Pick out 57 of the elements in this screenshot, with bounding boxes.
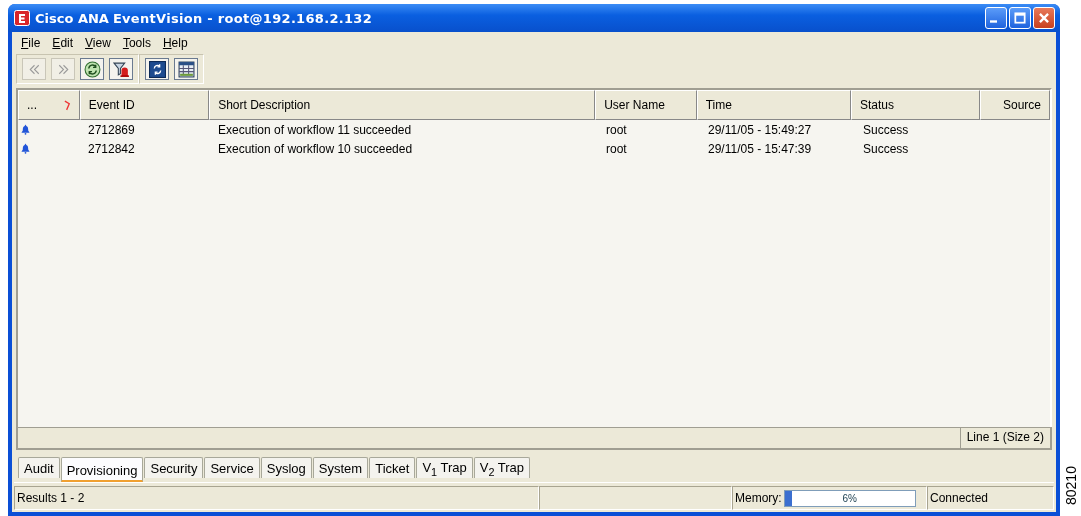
refresh-icon <box>83 60 101 78</box>
tab[interactable]: Audit <box>18 457 60 478</box>
table-cell-text: Execution of workflow 10 succeeded <box>217 141 414 156</box>
table-cell-text: 29/11/05 - 15:47:39 <box>707 141 813 156</box>
window-title-brand: Cisco ANA <box>35 10 109 26</box>
memory-reading: 6% <box>842 492 857 504</box>
menu-item[interactable]: View <box>80 36 116 50</box>
table-cell-text: root <box>605 122 628 137</box>
maximize-icon <box>1013 11 1027 25</box>
app-logo-icon <box>14 10 30 26</box>
refresh-icon <box>148 60 166 78</box>
tab[interactable]: Service <box>204 457 260 478</box>
table-cell-text: Execution of workflow 11 succeeded <box>217 122 413 137</box>
tab[interactable]: Syslog <box>260 457 312 478</box>
minimize-button[interactable] <box>985 7 1007 29</box>
column-header[interactable]: Source <box>980 90 1050 120</box>
filter-bell-icon <box>112 60 130 78</box>
connection-status: Connected <box>927 486 1054 510</box>
bell-icon <box>21 124 30 135</box>
menu-item[interactable]: Tools <box>117 36 156 50</box>
table-cell-text: 29/11/05 - 15:49:27 <box>707 122 813 137</box>
tab[interactable]: Security <box>144 457 204 478</box>
table-cell-text: 2712842 <box>87 141 136 156</box>
table-icon <box>177 60 195 78</box>
table-cell-text: 2712869 <box>87 122 136 137</box>
filter-alarm-button[interactable] <box>109 58 133 80</box>
tab[interactable]: System <box>312 457 369 478</box>
column-header[interactable]: Short Description <box>209 90 596 120</box>
tab[interactable]: Ticket <box>369 457 416 478</box>
column-header[interactable]: Status <box>850 90 981 120</box>
bell-icon <box>21 143 30 154</box>
table-cell-text: root <box>605 141 628 156</box>
flag-icon <box>63 99 71 111</box>
sync-button[interactable] <box>145 58 169 80</box>
close-button[interactable] <box>1033 7 1055 29</box>
maximize-button[interactable] <box>1009 7 1031 29</box>
column-header[interactable]: Event ID <box>79 90 210 120</box>
menu-item[interactable]: File <box>16 36 46 50</box>
refresh-button[interactable] <box>80 58 104 80</box>
close-icon <box>1037 11 1051 25</box>
minimize-icon <box>990 20 997 23</box>
window-title: EventVision - root@192.168.2.132 <box>112 10 373 26</box>
column-header[interactable]: User Name <box>595 90 697 120</box>
menu-item[interactable]: Edit <box>47 36 79 50</box>
table-cell-text: Success <box>862 122 910 137</box>
tab[interactable]: V$_{2}$ Trap <box>473 457 531 478</box>
column-header[interactable]: Time <box>696 90 851 120</box>
line-count: Line 1 (Size 2) <box>959 428 1050 448</box>
table-view-button[interactable] <box>174 58 198 80</box>
table-cell-text: Success <box>862 141 910 156</box>
memory-label: Memory: <box>735 491 782 505</box>
menu-item[interactable]: Help <box>157 36 193 50</box>
figure-number: 80210 <box>1064 465 1078 508</box>
tab[interactable]: V$_{1}$ Trap <box>416 457 473 478</box>
tab[interactable]: Provisioning <box>60 457 144 482</box>
column-header[interactable]: ... <box>18 90 80 120</box>
results-status: Results 1 - 2 <box>14 486 539 510</box>
